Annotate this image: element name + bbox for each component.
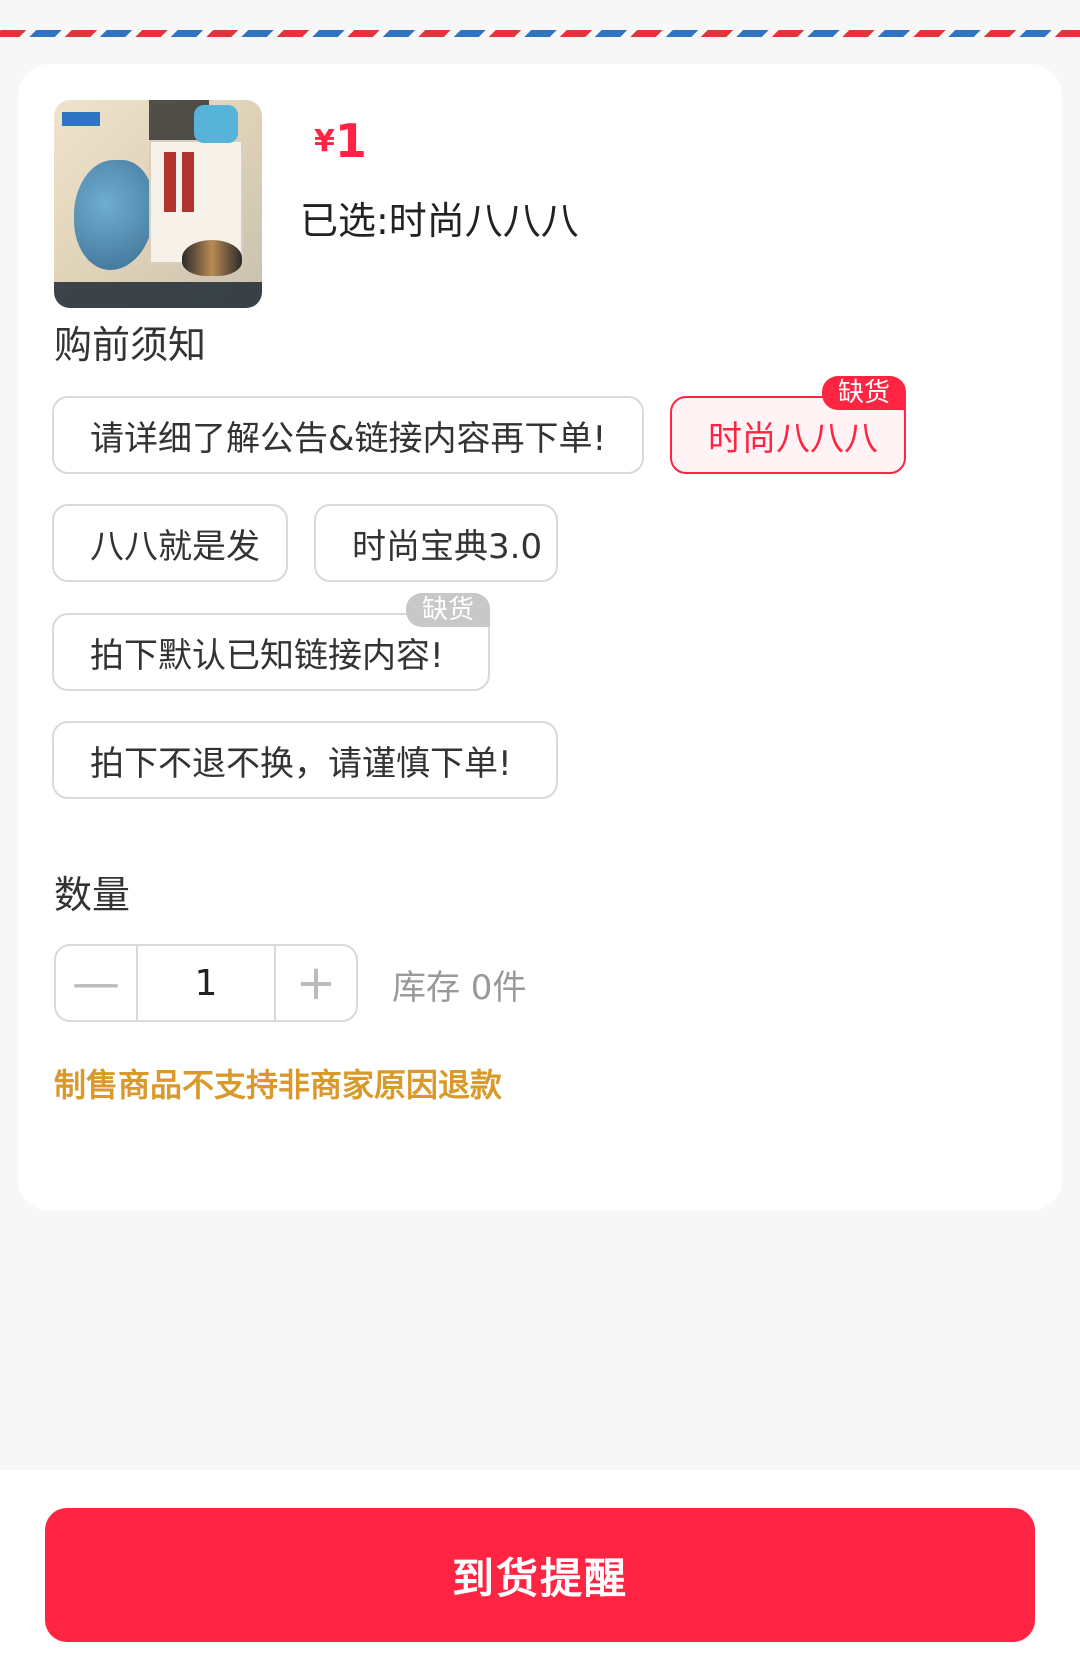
refund-policy-notice: 制售商品不支持非商家原因退款 <box>54 1066 503 1104</box>
butterfly-image <box>182 240 242 276</box>
product-price: ¥1 <box>314 114 367 168</box>
option-chip[interactable]: 拍下默认已知链接内容! 缺货 <box>52 593 490 691</box>
quantity-stepper: — 1 + <box>54 944 358 1022</box>
price-amount: 1 <box>334 114 367 168</box>
option-chip-selected[interactable]: 时尚八八八 缺货 <box>670 376 906 474</box>
out-of-stock-badge: 缺货 <box>821 376 906 410</box>
option-chip[interactable]: 请详细了解公告&链接内容再下单! <box>52 396 644 474</box>
product-thumbnail <box>54 100 262 308</box>
restock-reminder-button[interactable]: 到货提醒 <box>45 1508 1035 1642</box>
out-of-stock-badge: 缺货 <box>405 593 490 627</box>
option-chip[interactable]: 拍下不退不换，请谨慎下单! <box>52 721 558 799</box>
option-label: 拍下默认已知链接内容! <box>90 635 444 676</box>
currency-symbol: ¥ <box>314 124 335 159</box>
airmail-border <box>0 30 1080 37</box>
quantity-value[interactable]: 1 <box>136 946 276 1020</box>
decrement-button[interactable]: — <box>56 946 136 1020</box>
notice-section-title: 购前须知 <box>54 323 207 367</box>
option-label: 拍下不退不换，请谨慎下单! <box>90 743 512 784</box>
option-label: 时尚八八八 <box>708 418 878 459</box>
increment-button[interactable]: + <box>276 946 356 1020</box>
quantity-title: 数量 <box>54 873 131 917</box>
stock-count: 库存 0件 <box>392 968 527 1008</box>
option-label: 时尚宝典3.0 <box>352 526 543 567</box>
option-chip[interactable]: 八八就是发 <box>52 504 288 582</box>
sku-card: ¥1 已选:时尚八八八 购前须知 请详细了解公告&链接内容再下单! 时尚八八八 … <box>18 64 1062 1211</box>
selected-variant-text: 已选:时尚八八八 <box>300 199 579 243</box>
option-label: 八八就是发 <box>90 526 260 567</box>
option-chip[interactable]: 时尚宝典3.0 <box>314 504 558 582</box>
option-label: 请详细了解公告&链接内容再下单! <box>90 418 607 459</box>
camera-icon <box>194 105 238 143</box>
